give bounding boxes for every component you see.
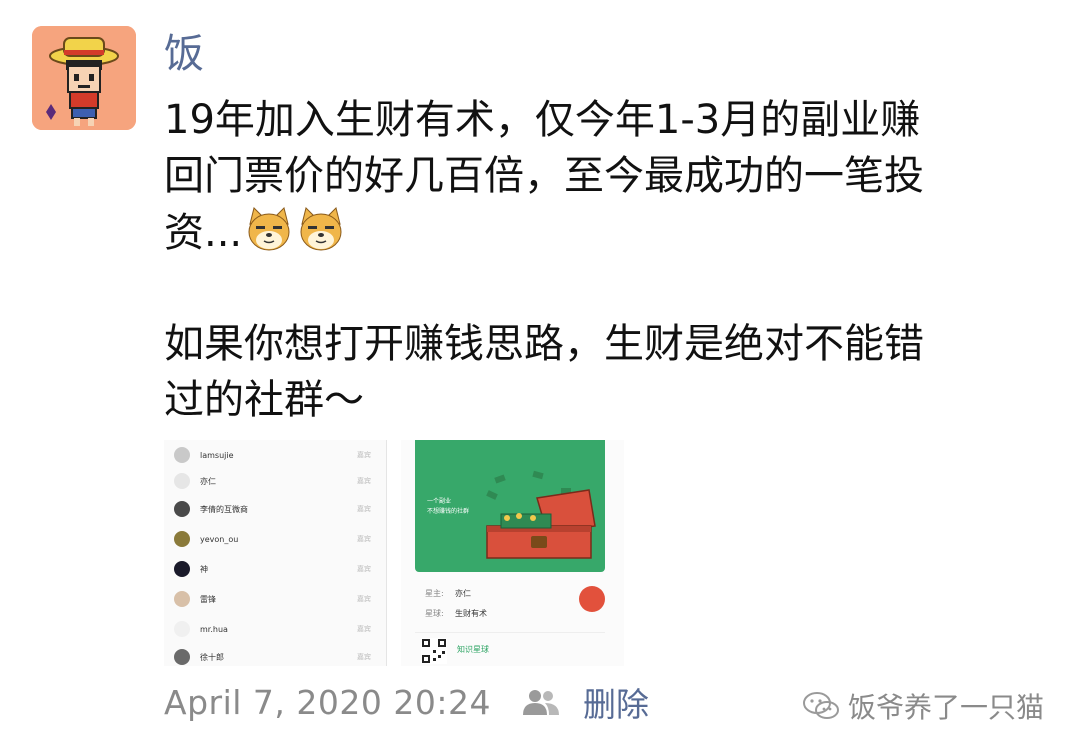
card-line-1: 一个副业 (427, 498, 452, 505)
member-tag: 嘉宾 (357, 565, 371, 573)
group-card-banner: 一个副业 不想赚钱的社群 (415, 440, 605, 572)
doge-emoji-icon (296, 204, 346, 254)
member-name: 雷锋 (200, 594, 216, 604)
member-tag: 嘉宾 (357, 653, 371, 661)
post-content: 19年加入生财有术，仅今年1-3月的副业赚 回门票价的好几百倍，至今最成功的一笔… (164, 92, 1044, 428)
delete-button[interactable]: 删除 (583, 678, 649, 726)
list-item: lamsujie 嘉宾 (168, 442, 383, 468)
list-item: yevon_ou 嘉宾 (168, 526, 383, 552)
content-line: 如果你想打开赚钱思路，生财是绝对不能错 (164, 321, 924, 367)
group-name: 生财有术 (455, 609, 487, 618)
divider (415, 632, 605, 633)
avatar (174, 447, 190, 463)
member-name: lamsujie (200, 450, 234, 460)
member-name: 神 (200, 564, 208, 574)
avatar (174, 591, 190, 607)
author-name[interactable]: 饭 (164, 26, 204, 82)
member-tag: 嘉宾 (357, 625, 371, 633)
member-name: 徐十郎 (200, 652, 224, 662)
people-icon[interactable] (521, 687, 561, 717)
member-name: mr.hua (200, 624, 228, 634)
watermark-text: 饭爷养了一只猫 (847, 691, 1044, 724)
member-name: yevon_ou (200, 534, 239, 544)
divider (386, 440, 387, 666)
avatar (174, 621, 190, 637)
content-blank-line (164, 260, 1044, 316)
group-label: 星球: (425, 609, 444, 618)
list-item: 亦仁 嘉宾 (168, 468, 383, 494)
avatar (174, 501, 190, 517)
image-thumbnail-group-card[interactable]: 一个副业 不想赚钱的社群 星主: 亦仁 星球: 生财有术 知识星球 (401, 440, 624, 666)
content-line-text: 资... (164, 210, 243, 256)
list-item: mr.hua 嘉宾 (168, 616, 383, 642)
avatar (174, 473, 190, 489)
post-timestamp: April 7, 2020 20:24 (164, 682, 491, 722)
image-grid: lamsujie 嘉宾 亦仁 嘉宾 李倩的互微商 嘉宾 yevon_ou 嘉宾 … (164, 440, 624, 666)
owner-name: 亦仁 (455, 589, 471, 598)
owner-label: 星主: (425, 589, 444, 598)
group-logo-icon (579, 586, 605, 612)
list-item: 雷锋 嘉宾 (168, 586, 383, 612)
member-tag: 嘉宾 (357, 451, 371, 459)
luffy-avatar-icon (32, 26, 136, 130)
card-line-2: 不想赚钱的社群 (427, 508, 470, 515)
avatar (174, 649, 190, 665)
list-item: 徐十郎 嘉宾 (168, 644, 383, 666)
content-line: 过的社群～ (164, 377, 364, 423)
list-item: 李倩的互微商 嘉宾 (168, 496, 383, 522)
member-tag: 嘉宾 (357, 595, 371, 603)
avatar (174, 561, 190, 577)
content-line: 19年加入生财有术，仅今年1-3月的副业赚 (164, 97, 921, 143)
doge-emoji-icon (244, 204, 294, 254)
author-avatar[interactable] (32, 26, 136, 130)
account-watermark: 饭爷养了一只猫 (802, 686, 1044, 726)
treasure-chest-icon (486, 470, 596, 559)
member-tag: 嘉宾 (357, 535, 371, 543)
brand-label: 知识星球 (457, 645, 489, 654)
avatar (174, 531, 190, 547)
member-name: 亦仁 (200, 476, 216, 486)
content-line: 资... (164, 204, 1044, 260)
qr-code-icon (421, 638, 447, 664)
member-tag: 嘉宾 (357, 477, 371, 485)
member-tag: 嘉宾 (357, 505, 371, 513)
list-item: 神 嘉宾 (168, 556, 383, 582)
member-name: 李倩的互微商 (200, 504, 248, 514)
content-line: 回门票价的好几百倍，至今最成功的一笔投 (164, 153, 924, 199)
image-thumbnail-member-list[interactable]: lamsujie 嘉宾 亦仁 嘉宾 李倩的互微商 嘉宾 yevon_ou 嘉宾 … (164, 440, 387, 666)
post-footer: April 7, 2020 20:24 删除 (164, 672, 649, 732)
wechat-icon (802, 692, 839, 719)
